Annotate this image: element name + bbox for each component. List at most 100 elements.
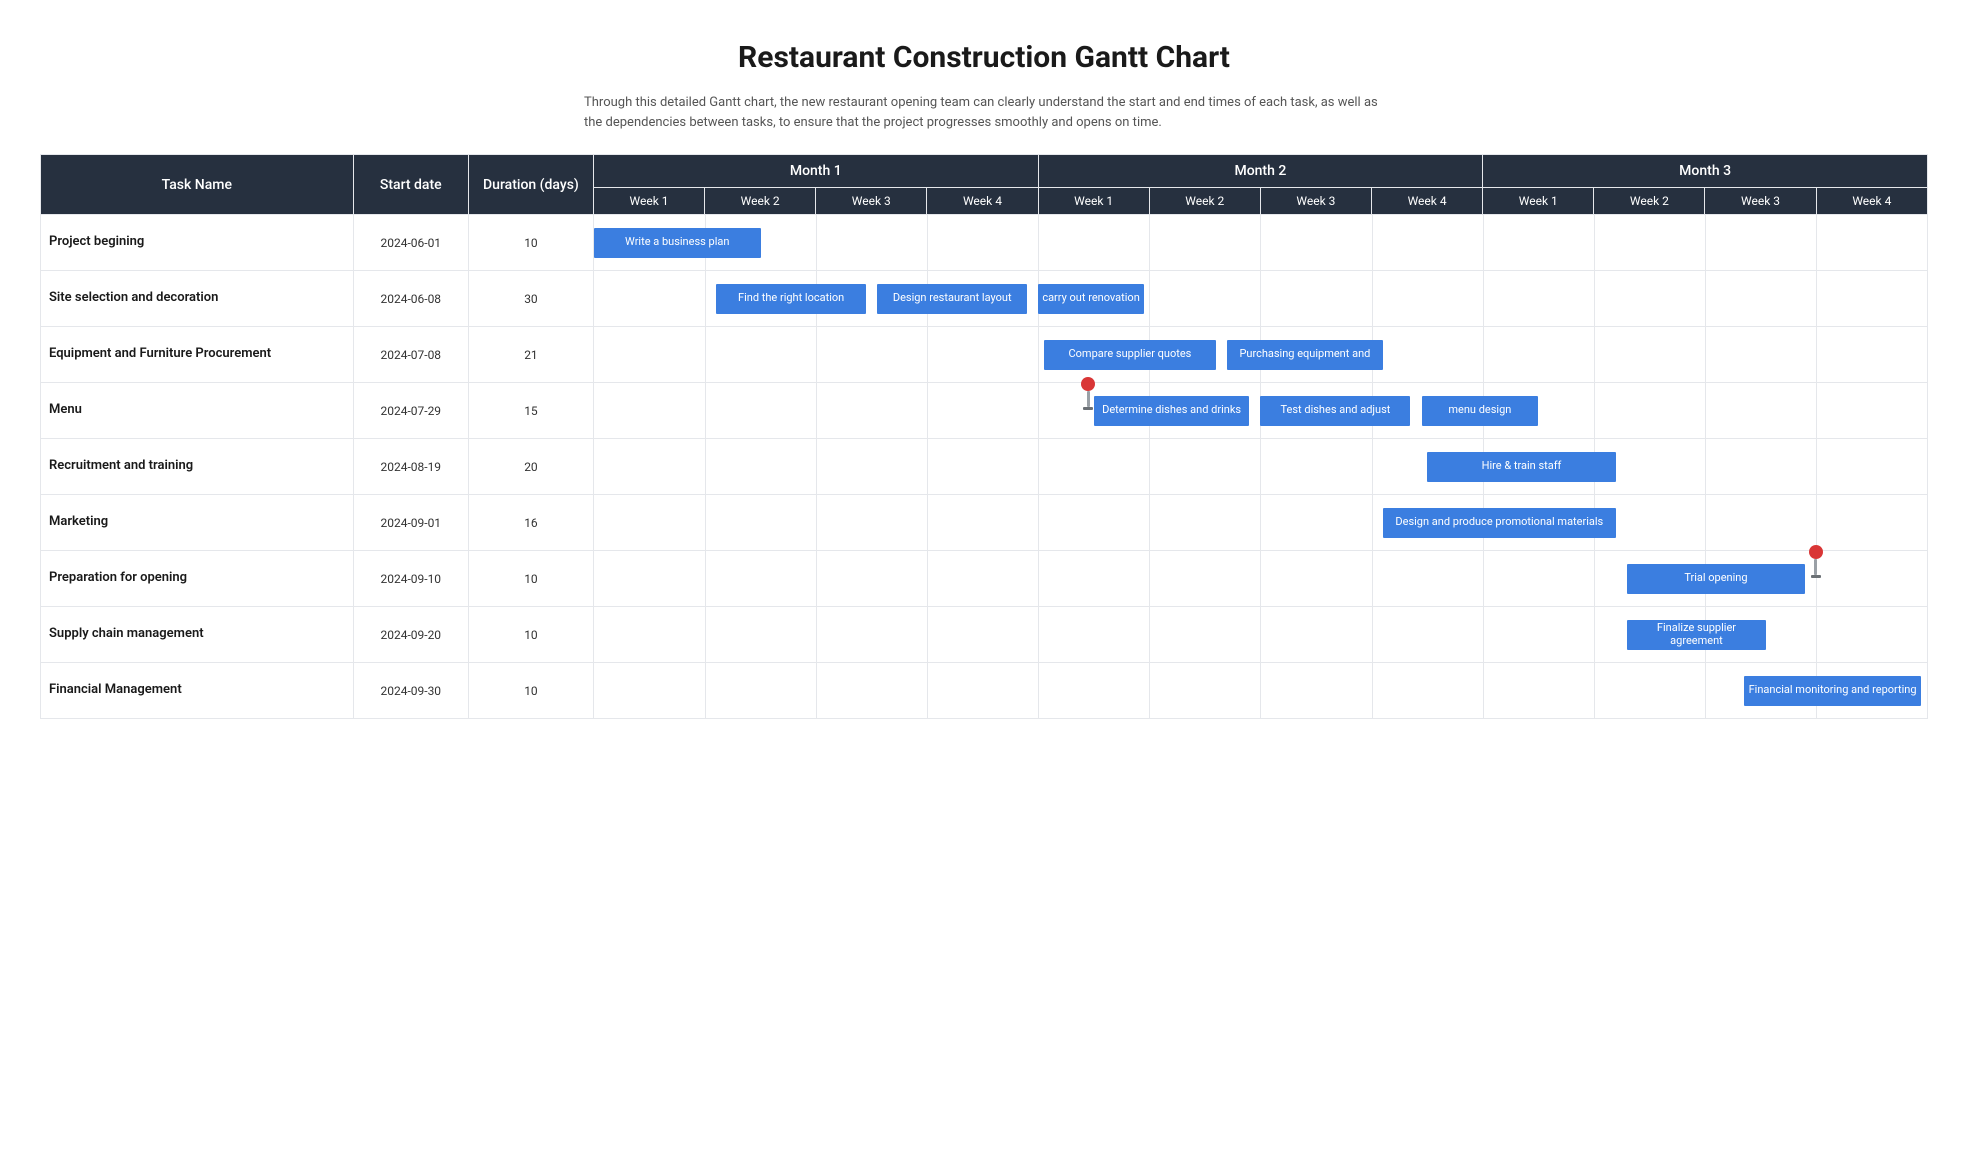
gridline <box>1705 439 1706 494</box>
gridline <box>1149 551 1150 606</box>
table-row: Recruitment and training2024-08-1920Hire… <box>41 439 1928 495</box>
gridline <box>1038 551 1039 606</box>
col-month-3: Month 3 <box>1483 155 1928 188</box>
gridline <box>816 607 817 662</box>
gridline <box>816 663 817 718</box>
gridline <box>927 327 928 382</box>
gridline <box>1260 551 1261 606</box>
task-name-cell: Site selection and decoration <box>41 271 354 327</box>
task-startdate-cell: 2024-09-10 <box>353 551 468 607</box>
task-name-cell: Marketing <box>41 495 354 551</box>
gridline <box>1816 607 1817 662</box>
gridline <box>1483 215 1484 270</box>
gridline <box>1372 271 1373 326</box>
col-m3-w4: Week 4 <box>1816 188 1927 215</box>
col-m3-w3: Week 3 <box>1705 188 1816 215</box>
col-duration: Duration (days) <box>468 155 593 215</box>
task-duration-cell: 15 <box>468 383 593 439</box>
gridline <box>705 327 706 382</box>
gridline <box>927 215 928 270</box>
gridline <box>816 215 817 270</box>
gantt-bar[interactable]: Compare supplier quotes <box>1044 340 1216 370</box>
gridline <box>1705 663 1706 718</box>
gridline <box>816 439 817 494</box>
task-startdate-cell: 2024-06-08 <box>353 271 468 327</box>
gantt-bar[interactable]: menu design <box>1422 396 1539 426</box>
col-m1-w3: Week 3 <box>816 188 927 215</box>
gantt-bar[interactable]: Find the right location <box>716 284 866 314</box>
task-duration-cell: 16 <box>468 495 593 551</box>
pin-icon <box>1080 377 1096 411</box>
table-row: Equipment and Furniture Procurement2024-… <box>41 327 1928 383</box>
gantt-bar[interactable]: Financial monitoring and reporting <box>1744 676 1922 706</box>
task-name-cell: Financial Management <box>41 663 354 719</box>
bar-container: Financial monitoring and reporting <box>594 663 1927 718</box>
gridline <box>1372 607 1373 662</box>
bar-container: Write a business plan <box>594 215 1927 270</box>
gantt-bar[interactable]: Determine dishes and drinks <box>1094 396 1250 426</box>
gantt-bar[interactable]: Purchasing equipment and <box>1227 340 1383 370</box>
chart-title: Restaurant Construction Gantt Chart <box>40 40 1928 75</box>
gridline <box>927 607 928 662</box>
col-m3-w1: Week 1 <box>1483 188 1594 215</box>
table-row: Menu2024-07-2915 Determine dishes and dri… <box>41 383 1928 439</box>
gridline <box>1816 383 1817 438</box>
gantt-bar[interactable]: Write a business plan <box>594 228 761 258</box>
gridline <box>1705 383 1706 438</box>
task-name-cell: Menu <box>41 383 354 439</box>
gantt-bar[interactable]: Design and produce promotional materials <box>1383 508 1616 538</box>
gantt-bar[interactable]: Hire & train staff <box>1427 452 1616 482</box>
task-duration-cell: 30 <box>468 271 593 327</box>
gantt-bar[interactable]: Design restaurant layout <box>877 284 1027 314</box>
gridline <box>1372 663 1373 718</box>
gantt-bar[interactable]: Trial opening <box>1627 564 1805 594</box>
task-startdate-cell: 2024-09-30 <box>353 663 468 719</box>
gridline <box>1038 327 1039 382</box>
chart-subtitle: Through this detailed Gantt chart, the n… <box>584 93 1384 132</box>
col-m1-w1: Week 1 <box>593 188 704 215</box>
task-startdate-cell: 2024-09-20 <box>353 607 468 663</box>
gridline <box>1260 663 1261 718</box>
gridline <box>1816 327 1817 382</box>
task-startdate-cell: 2024-08-19 <box>353 439 468 495</box>
gridline <box>1038 439 1039 494</box>
task-timeline-cell: Write a business plan <box>593 215 1927 271</box>
gridline <box>705 383 706 438</box>
gridline <box>1816 439 1817 494</box>
task-startdate-cell: 2024-07-29 <box>353 383 468 439</box>
gridline <box>1038 215 1039 270</box>
gridline <box>927 495 928 550</box>
task-timeline-cell: Hire & train staff <box>593 439 1927 495</box>
task-startdate-cell: 2024-07-08 <box>353 327 468 383</box>
col-m2-w4: Week 4 <box>1372 188 1483 215</box>
gridline <box>1705 495 1706 550</box>
gridline <box>816 383 817 438</box>
gridline <box>1705 271 1706 326</box>
gridline <box>816 327 817 382</box>
gridline <box>1372 215 1373 270</box>
gantt-bar[interactable]: Test dishes and adjust <box>1260 396 1410 426</box>
gridline <box>1149 271 1150 326</box>
gridline <box>927 439 928 494</box>
task-startdate-cell: 2024-06-01 <box>353 215 468 271</box>
task-timeline-cell: Compare supplier quotes Purchasing equipm… <box>593 327 1927 383</box>
gridline <box>927 663 928 718</box>
col-m1-w2: Week 2 <box>705 188 816 215</box>
gridline <box>927 551 928 606</box>
gantt-header: Task Name Start date Duration (days) Mon… <box>41 155 1928 215</box>
task-timeline-cell: Finalize supplier agreement <box>593 607 1927 663</box>
col-m2-w2: Week 2 <box>1149 188 1260 215</box>
gridline <box>1038 383 1039 438</box>
table-row: Project begining2024-06-0110Write a busi… <box>41 215 1928 271</box>
gridline <box>1038 663 1039 718</box>
gantt-bar[interactable]: Finalize supplier agreement <box>1627 620 1766 650</box>
gridline <box>1705 327 1706 382</box>
bar-container: Finalize supplier agreement <box>594 607 1927 662</box>
gridline <box>1594 663 1595 718</box>
col-m2-w3: Week 3 <box>1260 188 1371 215</box>
gridline <box>1594 551 1595 606</box>
task-timeline-cell: Trial opening <box>593 551 1927 607</box>
gantt-bar[interactable]: carry out renovation <box>1038 284 1144 314</box>
task-timeline-cell: Financial monitoring and reporting <box>593 663 1927 719</box>
gridline <box>1149 215 1150 270</box>
